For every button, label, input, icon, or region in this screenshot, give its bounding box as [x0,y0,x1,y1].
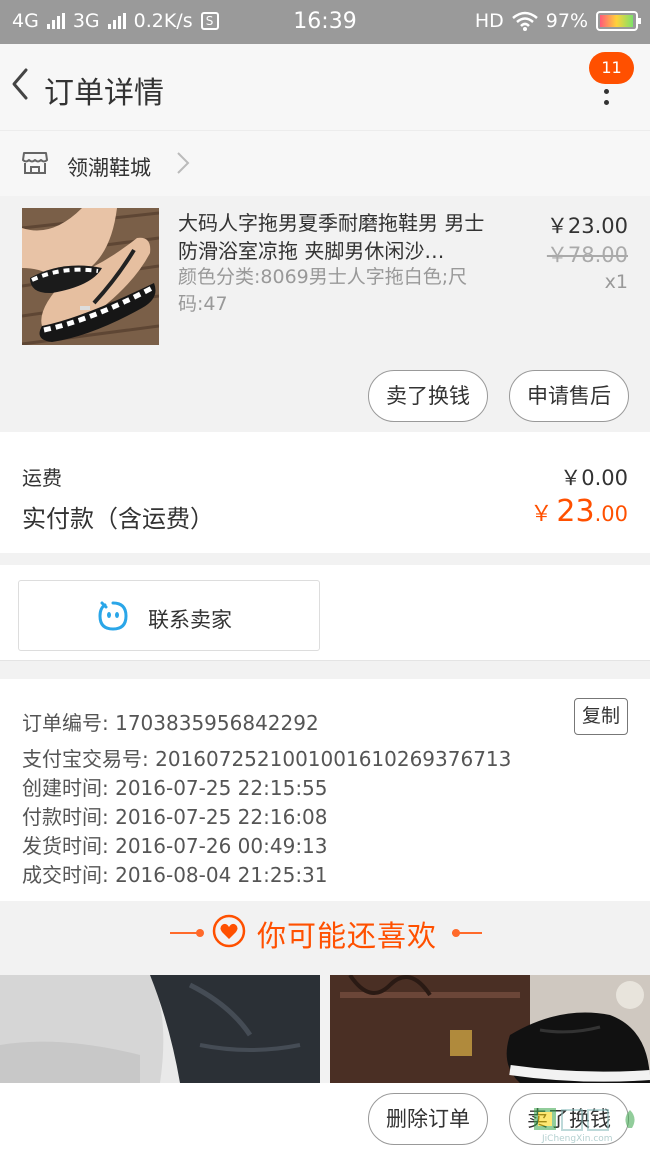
order-info: 订单编号: 1703835956842292 复制 支付宝交易号: 201607… [0,679,650,901]
chat-bot-icon [98,601,128,631]
watermark-logo: JiChengXin.com [532,1104,646,1150]
watermark-icon [534,1108,635,1131]
copy-button[interactable]: 复制 [574,698,628,735]
shipped-time: 发货时间: 2016-07-26 00:49:13 [22,834,328,858]
battery-icon [596,11,641,31]
product-sku: 颜色分类:8069男士人字拖白色;尺码:47 [178,266,468,315]
recommended-product-image[interactable] [0,975,320,1083]
chevron-right-icon [177,152,190,174]
page-title: 订单详情 [44,76,164,111]
status-right: HD 97% [474,10,641,32]
created-time: 创建时间: 2016-07-25 22:15:55 [22,776,328,800]
paid-time: 付款时间: 2016-07-25 22:16:08 [22,805,328,829]
order-item[interactable]: 大码人字拖男夏季耐磨拖鞋男 男士防滑浴室凉拖 夹脚男休闲沙… 颜色分类:8069… [0,196,650,432]
shipping-label: 运费 [22,466,62,490]
decor-line-right [452,932,482,934]
paid-integer: 23 [556,494,595,529]
order-number: 订单编号: 1703835956842292 [22,711,319,735]
product-title[interactable]: 大码人字拖男夏季耐磨拖鞋男 男士防滑浴室凉拖 夹脚男休闲沙… [178,209,494,265]
fee-summary: 运费 ￥0.00 实付款（含运费） ￥ 23.00 [0,432,650,553]
recommend-title: 你可能还喜欢 [257,919,438,953]
paid-currency: ￥ [530,502,553,527]
completed-time: 成交时间: 2016-08-04 21:25:31 [22,863,328,887]
product-price: ￥23.00 [546,214,628,238]
battery-percent: 97% [545,10,588,32]
paid-amount: ￥ 23.00 [530,494,628,529]
message-badge[interactable]: 11 [589,52,634,84]
back-arrow-icon[interactable] [6,64,36,104]
heart-icon [212,914,246,948]
contact-seller-button[interactable]: 联系卖家 [18,580,320,651]
contact-seller-label: 联系卖家 [148,608,232,632]
shop-name[interactable]: 领潮鞋城 [67,152,151,182]
wifi-icon [511,11,538,31]
watermark-text: JiChengXin.com [542,1134,613,1144]
after-sale-button[interactable]: 申请售后 [509,370,629,422]
product-original-price: ￥78.00 [546,243,628,267]
product-thumbnail[interactable] [22,208,159,345]
alipay-trade-number: 支付宝交易号: 2016072521001001610269376713 [22,747,512,771]
delete-order-button[interactable]: 删除订单 [368,1093,488,1145]
recommend-header: 你可能还喜欢 [0,901,650,964]
store-icon [22,152,48,174]
resell-button[interactable]: 卖了换钱 [368,370,488,422]
paid-label: 实付款（含运费） [22,505,214,533]
nav-header: 订单详情 11 [0,44,650,130]
hd-label: HD [474,10,504,32]
recommended-product-image-2[interactable] [330,975,650,1083]
decor-dot-left [196,929,204,937]
contact-section: 联系卖家 [0,565,650,661]
product-quantity: x1 [604,271,628,293]
paid-decimal: .00 [594,502,628,526]
shop-row[interactable]: 领潮鞋城 [0,130,650,196]
shipping-value: ￥0.00 [560,466,628,490]
status-bar: 4G 3G 0.2K/s S 16:39 HD 97% [0,0,650,44]
